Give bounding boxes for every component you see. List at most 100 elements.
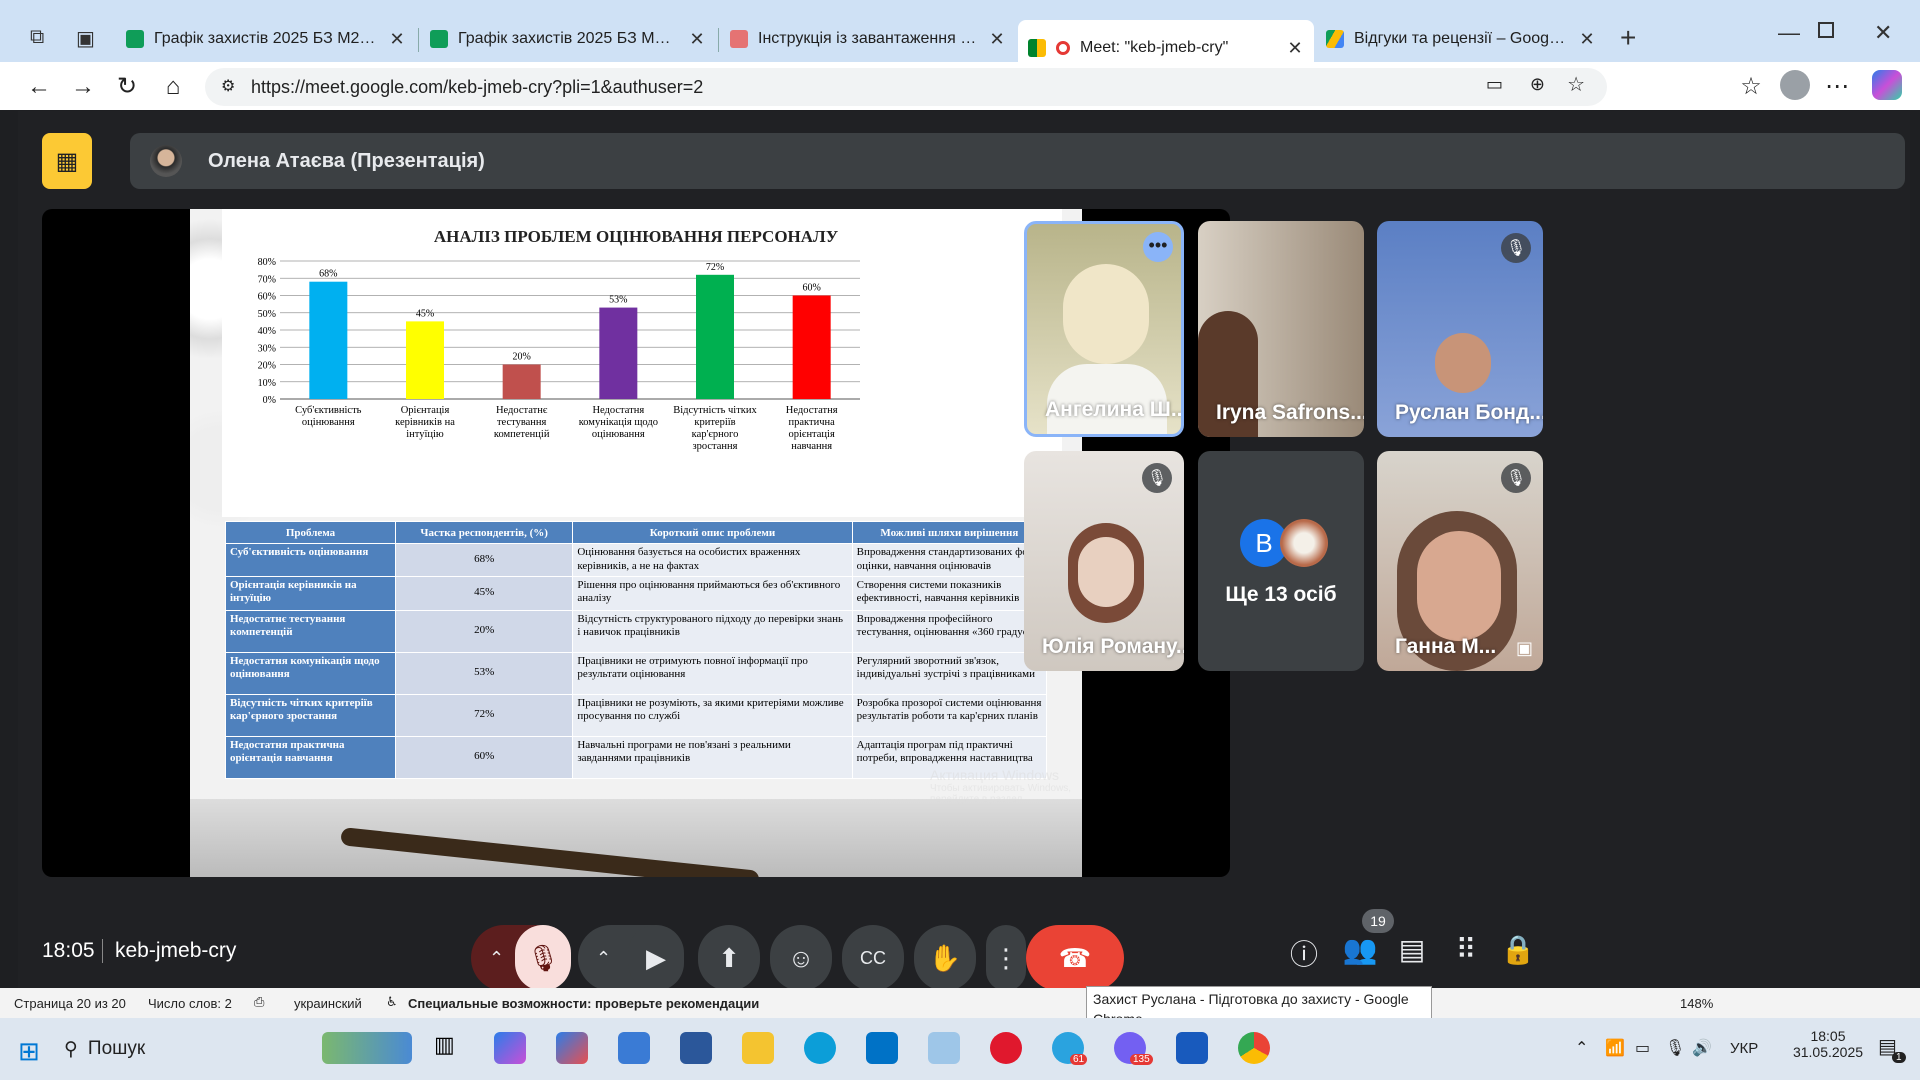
more-options-button[interactable]: ⋮ <box>986 925 1026 991</box>
category-label: компетенцій <box>494 429 550 440</box>
raise-hand-button[interactable]: ✋ <box>914 925 976 991</box>
table-cell: Відсутність структурованого підходу до п… <box>572 609 853 653</box>
people-icon[interactable]: 👥 <box>1340 933 1380 966</box>
tab-5[interactable]: Відгуки та рецензії – Google Дис ✕ <box>1316 18 1606 60</box>
category-label: Недостатня <box>786 405 838 416</box>
clock[interactable]: 18:05 31.05.2025 <box>1786 1028 1870 1060</box>
participant-tile[interactable]: 🎙 Юлія Роману... <box>1024 451 1184 671</box>
participant-tile[interactable]: Iryna Safrons... <box>1198 221 1364 437</box>
volume-icon[interactable]: 🔊 <box>1692 1038 1712 1058</box>
y-tick-label: 60% <box>258 292 276 303</box>
maximize-button[interactable] <box>1818 22 1834 38</box>
forward-icon[interactable]: → <box>68 74 98 100</box>
mic-icon[interactable]: 🎙 <box>1665 1038 1685 1058</box>
more-participants-tile[interactable]: B Ще 13 осіб <box>1198 451 1364 671</box>
category-label: навчання <box>791 441 832 452</box>
table-row: Недостатня практична орієнтація навчання… <box>224 735 1048 779</box>
camera-toggle-button[interactable]: ▶ <box>628 925 684 991</box>
word-status-bar: Страница 20 из 20 Число слов: 2 ⎙ украин… <box>0 988 1920 1018</box>
activities-icon[interactable]: ⠿ <box>1446 933 1486 966</box>
wifi-icon[interactable]: 📶 <box>1605 1038 1625 1058</box>
file-explorer-icon[interactable] <box>742 1032 774 1064</box>
viber-badge: 135 <box>1130 1054 1153 1065</box>
reactions-button[interactable]: ☺ <box>770 925 832 991</box>
pip-icon[interactable]: ▣ <box>1516 638 1533 659</box>
close-icon[interactable]: ✕ <box>1286 38 1304 59</box>
favorites-icon[interactable]: ☆ <box>1736 74 1766 100</box>
data-label: 45% <box>416 308 434 319</box>
category-label: комунікація щодо <box>579 417 658 428</box>
table-cell: Впровадження стандартизованих форм оцінк… <box>851 543 1048 577</box>
y-tick-label: 30% <box>258 343 276 354</box>
back-icon[interactable]: ← <box>24 74 54 100</box>
site-info-icon[interactable]: ⚙ <box>221 76 235 96</box>
more-options-icon[interactable]: ••• <box>1143 232 1173 262</box>
word-icon[interactable] <box>1176 1032 1208 1064</box>
close-icon[interactable]: ✕ <box>388 29 406 50</box>
save-icon[interactable] <box>680 1032 712 1064</box>
camera-icon[interactable]: ▭ <box>1486 74 1503 95</box>
chart-bar <box>502 364 541 399</box>
close-window-button[interactable]: ✕ <box>1874 20 1892 46</box>
close-icon[interactable]: ✕ <box>988 29 1006 50</box>
tab-1[interactable]: Графік захистів 2025 БЗ М21.xlsx ✕ <box>116 18 416 60</box>
tab-2[interactable]: Графік захистів 2025 БЗ М21.xlsx ✕ <box>420 18 716 60</box>
table-cell: Недостатня практична орієнтація навчання <box>224 735 397 779</box>
opera-icon[interactable] <box>990 1032 1022 1064</box>
url-input[interactable]: ⚙ https://meet.google.com/keb-jmeb-cry?p… <box>205 68 1607 106</box>
host-controls-icon[interactable]: 🔒 <box>1498 933 1538 966</box>
profile-avatar[interactable] <box>1780 70 1810 100</box>
category-label: тестування <box>497 417 547 428</box>
reload-icon[interactable]: ↻ <box>112 74 142 100</box>
proofing-icon[interactable]: ⎙ <box>254 994 264 1010</box>
mic-toggle-button[interactable]: 🎙 <box>515 925 571 991</box>
y-tick-label: 40% <box>258 326 276 337</box>
category-label: практична <box>789 417 836 428</box>
table-header: Проблема <box>224 521 397 544</box>
close-icon[interactable]: ✕ <box>688 29 706 50</box>
bookmark-star-icon[interactable]: ☆ <box>1567 72 1585 97</box>
tray-chevron-icon[interactable]: ⌃ <box>1575 1038 1588 1058</box>
edge-icon[interactable] <box>804 1032 836 1064</box>
category-label: критеріїв <box>694 417 735 428</box>
chrome-icon[interactable] <box>1238 1032 1270 1064</box>
chat-icon[interactable]: ▤ <box>1392 933 1432 966</box>
present-button[interactable]: ⬆ <box>698 925 760 991</box>
participant-tile[interactable]: 🎙 ▣ Ганна М... <box>1377 451 1543 671</box>
captions-button[interactable]: CC <box>842 925 904 991</box>
table-cell: 45% <box>395 575 574 611</box>
home-icon[interactable]: ⌂ <box>158 74 188 100</box>
y-tick-label: 20% <box>258 361 276 372</box>
participant-tile[interactable]: 🎙 Руслан Бонд... <box>1377 221 1543 437</box>
accessibility-icon[interactable]: ♿ <box>386 994 398 1010</box>
zoom-icon[interactable]: ⊕ <box>1530 74 1545 95</box>
meeting-details-icon[interactable]: ⓘ <box>1284 933 1324 973</box>
stop-presenting-icon[interactable]: ▦ <box>42 133 92 189</box>
category-label: Недостатнє <box>496 405 548 416</box>
taskbar-search[interactable]: ⚲ Пошук <box>64 1032 314 1066</box>
participant-tile[interactable]: ••• Ангелина Ш... <box>1024 221 1184 437</box>
copilot-icon[interactable] <box>494 1032 526 1064</box>
category-label: Недостатня <box>592 405 644 416</box>
workspaces-icon[interactable]: ⧉ <box>30 26 44 49</box>
app-icon[interactable] <box>928 1032 960 1064</box>
meeting-time: 18:05 <box>42 939 95 962</box>
minimize-button[interactable]: — <box>1778 20 1800 46</box>
close-icon[interactable]: ✕ <box>1578 29 1596 50</box>
copilot-icon[interactable] <box>1872 70 1902 100</box>
outlook-icon[interactable] <box>866 1032 898 1064</box>
new-tab-button[interactable]: + <box>1620 22 1636 54</box>
tab-actions-icon[interactable]: ▣ <box>76 26 95 51</box>
table-cell: Відсутність чітких критеріїв кар'єрного … <box>224 693 397 737</box>
store-icon[interactable] <box>618 1032 650 1064</box>
m365-icon[interactable] <box>556 1032 588 1064</box>
windows-taskbar: ⊞ ⚲ Пошук ▥ 61 135 ⌃ 📶 ▭ 🎙 🔊 УКР 18:05 3… <box>0 1018 1920 1080</box>
menu-dots-icon[interactable]: ⋯ <box>1822 74 1852 100</box>
chart-bar <box>792 295 831 399</box>
input-language[interactable]: УКР <box>1730 1040 1758 1057</box>
tab-3[interactable]: Інструкція із завантаження запи ✕ <box>720 18 1016 60</box>
battery-icon[interactable]: ▭ <box>1635 1038 1650 1058</box>
leave-call-button[interactable]: ☎ <box>1026 925 1124 991</box>
windows-start-icon[interactable]: ⊞ <box>18 1036 40 1067</box>
task-view-icon[interactable]: ▥ <box>434 1032 466 1064</box>
